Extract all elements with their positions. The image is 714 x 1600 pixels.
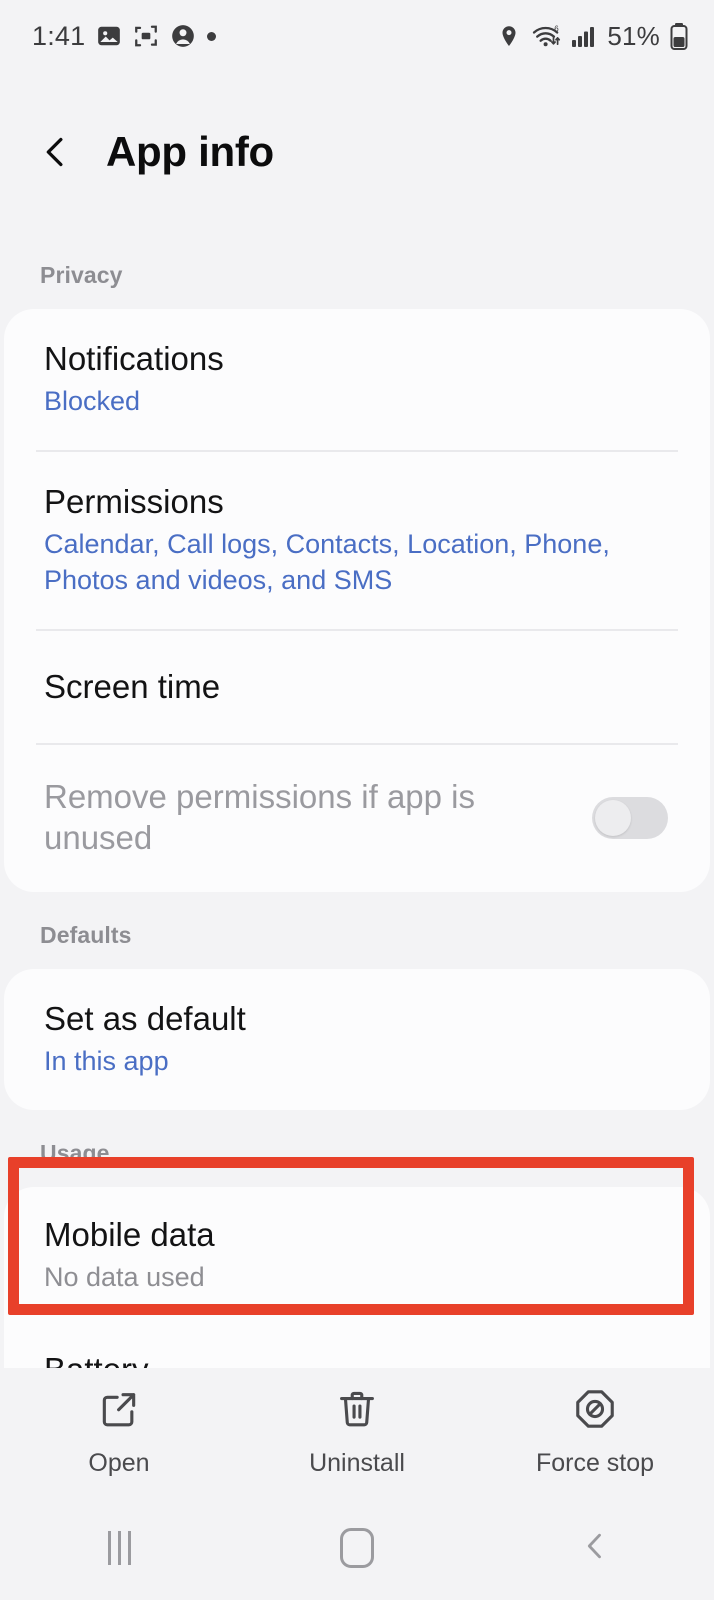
remove-permissions-toggle[interactable] bbox=[592, 796, 668, 839]
recents-button[interactable] bbox=[0, 1531, 238, 1565]
battery-percent: 51% bbox=[607, 20, 660, 51]
wifi-6-icon: 6 bbox=[531, 23, 561, 49]
section-label-privacy: Privacy bbox=[40, 262, 123, 288]
home-icon bbox=[340, 1528, 374, 1568]
account-icon bbox=[170, 23, 196, 49]
status-time: 1:41 bbox=[32, 20, 86, 51]
list-item-notifications[interactable]: Notifications Blocked bbox=[4, 309, 710, 450]
recents-icon bbox=[107, 1531, 131, 1565]
force-stop-icon bbox=[573, 1387, 617, 1436]
force-stop-button[interactable]: Force stop bbox=[476, 1387, 714, 1478]
row-subtitle: Calendar, Call logs, Contacts, Location,… bbox=[44, 529, 610, 596]
app-bar: App info bbox=[0, 72, 714, 232]
section-label-usage: Usage bbox=[40, 1140, 110, 1167]
status-bar-right: 6 51% bbox=[497, 21, 688, 52]
section-label-defaults: Defaults bbox=[40, 921, 132, 948]
trash-icon bbox=[335, 1387, 379, 1436]
privacy-card: Notifications Blocked Permissions Calend… bbox=[4, 309, 710, 892]
list-item-permissions[interactable]: Permissions Calendar, Call logs, Contact… bbox=[4, 452, 710, 629]
signal-bars-icon bbox=[571, 24, 597, 48]
android-nav-bar bbox=[0, 1496, 714, 1600]
app-action-bar: Open Uninstall Force stop bbox=[0, 1368, 714, 1496]
uninstall-button[interactable]: Uninstall bbox=[238, 1387, 476, 1478]
row-subtitle: In this app bbox=[44, 1046, 169, 1077]
action-label: Open bbox=[88, 1448, 150, 1477]
back-chevron-icon[interactable] bbox=[34, 131, 76, 173]
open-button[interactable]: Open bbox=[0, 1387, 238, 1478]
row-title: Screen time bbox=[44, 668, 221, 706]
open-external-icon bbox=[97, 1387, 141, 1436]
row-title: Permissions bbox=[44, 483, 224, 521]
list-item-mobile-data[interactable]: Mobile data No data used bbox=[4, 1187, 710, 1324]
row-subtitle: No data used bbox=[44, 1262, 205, 1293]
defaults-card: Set as default In this app bbox=[4, 968, 710, 1111]
list-item-screen-time[interactable]: Screen time bbox=[4, 631, 710, 743]
status-bar-left: 1:41 bbox=[32, 20, 217, 52]
list-item-remove-permissions: Remove permissions if app is unused bbox=[4, 745, 710, 892]
location-pin-icon bbox=[497, 24, 521, 48]
list-item-set-as-default[interactable]: Set as default In this app bbox=[4, 969, 710, 1110]
back-button[interactable] bbox=[476, 1528, 714, 1569]
action-label: Uninstall bbox=[309, 1448, 405, 1477]
row-title: Set as default bbox=[44, 999, 246, 1037]
row-title: Notifications bbox=[44, 340, 224, 377]
settings-list[interactable]: Privacy Notifications Blocked Permission… bbox=[0, 232, 714, 1431]
row-subtitle: Blocked bbox=[44, 386, 141, 417]
dot-icon bbox=[207, 31, 217, 41]
toggle-knob bbox=[595, 799, 631, 836]
row-title: Mobile data bbox=[44, 1216, 215, 1254]
home-button[interactable] bbox=[238, 1528, 476, 1568]
battery-icon bbox=[670, 22, 688, 50]
action-label: Force stop bbox=[535, 1448, 655, 1477]
back-icon bbox=[577, 1528, 613, 1569]
status-bar: 1:41 6 51% bbox=[0, 0, 714, 72]
photo-icon bbox=[96, 23, 122, 49]
screenshot-scan-icon bbox=[133, 23, 159, 49]
page-title: App info bbox=[106, 128, 274, 175]
svg-text:6: 6 bbox=[555, 24, 560, 33]
row-title: Remove permissions if app is unused bbox=[44, 778, 475, 856]
